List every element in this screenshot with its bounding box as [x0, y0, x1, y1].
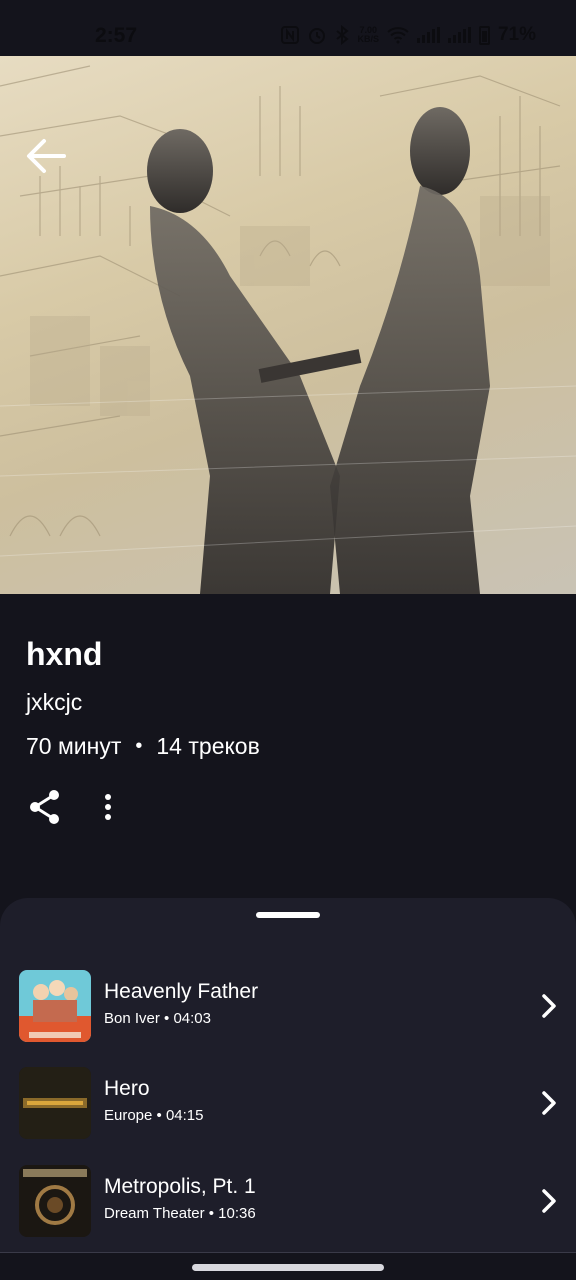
- more-dot: [105, 794, 111, 800]
- playlist-title: hxnd: [26, 636, 103, 672]
- chevron-right-icon[interactable]: [540, 992, 558, 1020]
- playlist-meta: 70 минут • 14 треков: [26, 733, 260, 760]
- nfc-icon: [281, 26, 300, 44]
- share-icon[interactable]: [28, 788, 62, 826]
- track-row[interactable]: Heavenly Father Bon Iver • 04:03: [0, 966, 576, 1046]
- track-title: Heavenly Father: [104, 980, 259, 1003]
- battery-icon: [478, 25, 490, 45]
- track-cover: [19, 1165, 91, 1237]
- signal-icon-2: [447, 27, 471, 43]
- track-cover: [19, 1067, 91, 1139]
- bluetooth-icon: [336, 25, 350, 45]
- more-dot: [105, 814, 111, 820]
- alarm-icon: [309, 28, 326, 44]
- track-title: Metropolis, Pt. 1: [104, 1175, 256, 1198]
- sheet-drag-handle[interactable]: [256, 912, 320, 918]
- status-bar: 2:57 7.00 KB/S 71%: [0, 0, 576, 56]
- home-indicator[interactable]: [192, 1264, 384, 1271]
- tracks-sheet: Heavenly Father Bon Iver • 04:03 Hero Eu…: [0, 898, 576, 1280]
- signal-icon-1: [416, 27, 440, 43]
- status-time: 2:57: [95, 24, 138, 47]
- playlist-track-count: 14 треков: [156, 733, 260, 759]
- playlist-cover: [0, 56, 576, 594]
- track-cover: [19, 970, 91, 1042]
- more-options-button[interactable]: [96, 790, 120, 824]
- battery-percent: 71%: [497, 24, 536, 45]
- chevron-right-icon[interactable]: [540, 1187, 558, 1215]
- network-speed: 7.00 KB/S: [357, 26, 379, 44]
- track-subtitle: Dream Theater • 10:36: [104, 1205, 256, 1222]
- more-dot: [105, 804, 111, 810]
- track-subtitle: Europe • 04:15: [104, 1107, 204, 1124]
- system-nav-bar: [0, 1252, 576, 1280]
- cover-painting: [0, 65, 576, 594]
- playlist-owner[interactable]: jxkcjc: [26, 689, 82, 716]
- chevron-right-icon[interactable]: [540, 1089, 558, 1117]
- track-row[interactable]: Hero Europe • 04:15: [0, 1063, 576, 1143]
- track-title: Hero: [104, 1077, 150, 1100]
- wifi-icon: [387, 27, 409, 44]
- network-speed-unit: KB/S: [357, 34, 379, 44]
- track-subtitle: Bon Iver • 04:03: [104, 1010, 211, 1027]
- playlist-duration: 70 минут: [26, 733, 122, 759]
- back-button[interactable]: [24, 136, 68, 176]
- meta-separator: •: [135, 735, 143, 757]
- status-icons: 7.00 KB/S 71%: [281, 24, 536, 46]
- track-row[interactable]: Metropolis, Pt. 1 Dream Theater • 10:36: [0, 1161, 576, 1241]
